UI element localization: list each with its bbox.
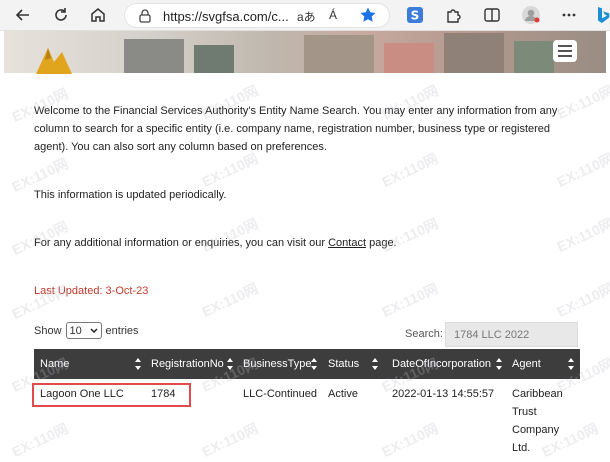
lock-icon[interactable] <box>137 8 153 24</box>
page-length-control: Show 10 entries <box>34 322 139 339</box>
favorite-star-icon[interactable] <box>359 6 377 29</box>
sort-icon[interactable] <box>226 357 234 371</box>
home-icon[interactable] <box>87 4 109 26</box>
translate-icon[interactable]: aあ <box>297 8 316 25</box>
column-header-business-type[interactable]: BusinessType <box>243 349 311 379</box>
split-screen-icon[interactable] <box>481 4 503 26</box>
watermark: EX:110网 <box>379 420 441 460</box>
hamburger-line <box>558 45 572 47</box>
url-text[interactable]: https://svgfsa.com/c... <box>163 9 289 24</box>
contact-suffix: page. <box>366 237 397 249</box>
update-note: This information is updated periodically… <box>34 189 227 201</box>
browser-toolbar: https://svgfsa.com/c... aあ Á S <box>0 0 610 31</box>
extension-s-icon[interactable]: S <box>404 4 426 26</box>
entries-select-value: 10 <box>69 324 82 337</box>
intro-paragraph: Welcome to the Financial Services Author… <box>34 105 558 153</box>
watermark: EX:110网 <box>199 420 261 460</box>
agent-line: Ltd. <box>512 442 531 454</box>
hamburger-line <box>558 55 572 57</box>
watermark: EX:110网 <box>379 280 441 320</box>
last-updated-label: Last Updated: 3-Oct-23 <box>34 285 149 297</box>
agent-line: Caribbean <box>512 388 563 400</box>
back-arrow-icon[interactable] <box>12 4 34 26</box>
cell-date-of-incorporation: 2022-01-13 14:55:57 <box>392 388 495 400</box>
menu-toggle-button[interactable] <box>553 40 577 62</box>
cell-agent: Caribbean Trust Company Ltd. <box>512 385 563 457</box>
table-header: Name RegistrationNo BusinessType Status … <box>34 349 580 379</box>
logo <box>34 44 74 79</box>
address-bar[interactable]: https://svgfsa.com/c... aあ Á <box>124 3 390 28</box>
cell-business-type: LLC-Continued <box>243 388 317 400</box>
sort-icon[interactable] <box>567 357 575 371</box>
column-header-registration-no[interactable]: RegistrationNo <box>151 349 224 379</box>
watermark: EX:110网 <box>9 420 71 460</box>
contact-paragraph: For any additional information or enquir… <box>34 234 564 252</box>
search-label: Search: <box>405 328 443 340</box>
refresh-icon[interactable] <box>50 4 72 26</box>
bing-icon[interactable] <box>592 4 610 26</box>
entries-select[interactable]: 10 <box>65 322 102 339</box>
cell-status: Active <box>328 388 358 400</box>
search-input[interactable]: 1784 LLC 2022 <box>445 322 578 347</box>
hamburger-line <box>558 50 572 52</box>
watermark: EX:110网 <box>199 280 261 320</box>
agent-line: Trust <box>512 406 537 418</box>
profile-avatar-icon[interactable] <box>520 4 542 26</box>
show-label: Show <box>34 324 62 337</box>
contact-link[interactable]: Contact <box>328 237 366 249</box>
column-header-status[interactable]: Status <box>328 349 359 379</box>
header-banner <box>4 31 606 73</box>
highlight-box <box>32 383 191 407</box>
column-header-name[interactable]: Name <box>40 349 69 379</box>
chevron-down-icon <box>90 327 98 333</box>
entries-label: entries <box>105 324 139 337</box>
sort-icon[interactable] <box>134 357 142 371</box>
watermark: EX:110网 <box>554 280 610 320</box>
svg-text:S: S <box>411 9 420 23</box>
read-aloud-icon[interactable]: Á <box>329 8 337 22</box>
column-header-agent[interactable]: Agent <box>512 349 541 379</box>
more-options-icon[interactable] <box>558 4 580 26</box>
contact-prefix: For any additional information or enquir… <box>34 237 329 249</box>
sort-icon[interactable] <box>495 357 503 371</box>
sort-icon[interactable] <box>371 357 379 371</box>
column-header-date-of-incorporation[interactable]: DateOfIncorporation <box>392 349 491 379</box>
sort-icon[interactable] <box>310 357 318 371</box>
extensions-puzzle-icon[interactable] <box>442 4 464 26</box>
agent-line: Company <box>512 424 560 436</box>
